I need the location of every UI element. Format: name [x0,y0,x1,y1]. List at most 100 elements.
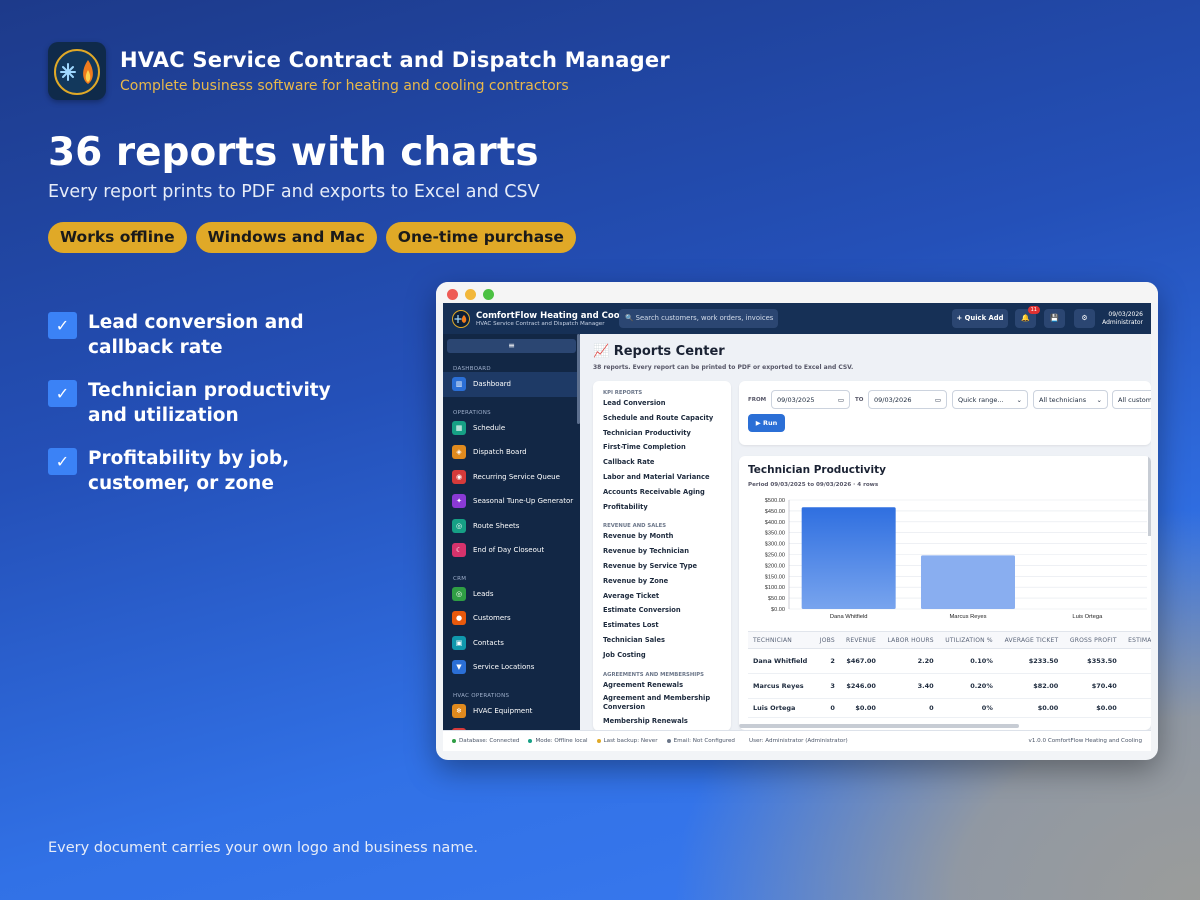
report-link[interactable]: Technician Sales [593,633,731,648]
sidebar-item-end-of-day-closeout[interactable]: ☾ End of Day Closeout [443,538,580,563]
table-header[interactable]: TECHNICIAN [748,631,815,649]
table-cell: $0.00 [997,698,1064,718]
feature-line: customer, or zone [88,473,274,494]
report-link[interactable]: Estimates Lost [593,618,731,633]
pill-purchase: One-time purchase [385,222,576,253]
status-text: Mode: Offline local [535,738,588,744]
table-header[interactable]: REVENUE [839,631,881,649]
y-tick-label: $100.00 [765,585,785,591]
sidebar-item-hvac-equipment[interactable]: ❄ HVAC Equipment [443,699,580,724]
x-tick-label: Luis Ortega [1072,614,1103,620]
report-link[interactable]: Membership Renewals [593,714,731,729]
status-dot-icon [596,739,601,743]
status-item: User: Administrator (Administrator) [749,738,848,744]
sidebar-collapse-button[interactable]: ≡ [447,339,576,353]
moon-icon: ☾ [452,543,466,558]
sidebar-item-label: Dashboard [473,380,511,389]
hero-subtitle: Every report prints to PDF and exports t… [48,182,540,202]
to-date-input[interactable]: 09/03/2026 ▭ [868,390,947,409]
sidebar-item-leads[interactable]: ◎ Leads [443,582,580,607]
chart-bar[interactable] [921,555,1015,609]
sidebar-item-label: Seasonal Tune-Up Generator [473,497,574,506]
table-row[interactable]: Dana Whitfield 2 $467.00 2.20 0.10% $233.50 $3… [748,648,1151,674]
chart-bar[interactable] [801,507,896,609]
table-header[interactable]: UTILIZATION % [938,631,998,649]
report-link[interactable]: Agreement Renewals [593,678,731,693]
status-text: Last backup: Never [603,738,658,744]
report-link[interactable]: Estimate Conversion [593,603,731,618]
table-cell: $82.00 [997,673,1064,699]
hero-title: 36 reports with charts [48,130,539,175]
run-report-button[interactable]: ▶ Run [748,414,785,432]
table-cell: Luis Ortega [748,698,815,718]
minimize-window-button[interactable] [465,289,476,300]
report-link[interactable]: Accounts Receivable Aging [593,485,731,500]
sidebar-item-contacts[interactable]: ▣ Contacts [443,631,580,656]
report-link[interactable]: Callback Rate [593,455,731,470]
x-tick-label: Dana Whitfield [830,614,868,620]
y-tick-label: $50.00 [768,596,785,602]
quick-add-button[interactable]: + Quick Add [952,309,1008,328]
maximize-window-button[interactable] [483,289,494,300]
technician-select[interactable]: All technicians ⌄ [1033,390,1108,409]
backup-button[interactable]: 💾 [1044,309,1065,328]
sidebar-item-dashboard[interactable]: ▥ Dashboard [443,372,580,397]
report-filters: FROM 09/03/2025 ▭ TO 09/03/2026 ▭ Quick ra… [739,381,1151,445]
users-icon: ● [452,611,466,626]
brand-header: HVAC Service Contract and Dispatch Manag… [48,42,670,100]
sidebar-item-seasonal-tune-up-generator[interactable]: ✦ Seasonal Tune-Up Generator [443,489,580,514]
table-header[interactable]: JOBS [814,631,840,649]
report-link[interactable]: Labor and Material Variance [593,470,731,485]
customer-select[interactable]: All customers [1112,390,1151,409]
table-cell: $0.00 [1063,698,1122,718]
global-search-input[interactable]: 🔍 Search customers, work orders, invoice… [619,309,778,328]
map-icon: ◈ [452,445,466,460]
sidebar: ≡ DASHBOARD ▥ Dashboard OPERATIONS ▦ Schedule… [443,334,580,730]
sidebar-item-label: Route Sheets [473,521,520,530]
table-scrollbar[interactable] [739,724,1019,728]
table-cell: $353.50 [1063,648,1122,674]
report-link[interactable]: Agreement and Membership Conversion [593,692,731,714]
table-cell: $0.00 [839,698,881,718]
report-link[interactable]: Technician Productivity [593,426,731,441]
sidebar-item-label: End of Day Closeout [473,546,545,555]
settings-button[interactable]: ⚙ [1074,309,1095,328]
sidebar-item-schedule[interactable]: ▦ Schedule [443,416,580,441]
card-scrollbar[interactable] [1148,456,1151,536]
table-header[interactable]: AVERAGE TICKET [997,631,1064,649]
sidebar-item-route-sheets[interactable]: ◎ Route Sheets [443,514,580,539]
quick-range-select[interactable]: Quick range... ⌄ [952,390,1028,409]
table-header[interactable]: GROSS PROFIT [1063,631,1122,649]
report-link[interactable]: Revenue by Service Type [593,559,731,574]
sidebar-item-recurring-service-queue[interactable]: ◉ Recurring Service Queue [443,465,580,490]
table-row[interactable]: Marcus Reyes 3 $246.00 3.40 0.20% $82.00 $70.4… [748,673,1151,699]
table-row[interactable]: Luis Ortega 0 $0.00 0 0% $0.00 $0.00 [748,698,1151,718]
status-text: Email: Not Configured [673,738,735,744]
feature-line: and utilization [88,405,239,426]
report-link[interactable]: Revenue by Zone [593,574,731,589]
close-window-button[interactable] [447,289,458,300]
table-header[interactable]: ESTIMATES [1121,631,1151,649]
app-logo-icon [48,42,106,100]
report-link[interactable]: Schedule and Route Capacity [593,411,731,426]
report-link[interactable]: First-Time Completion [593,440,731,455]
report-link[interactable]: Job Costing [593,648,731,663]
report-link[interactable]: Lead Conversion [593,396,731,411]
report-link[interactable]: Revenue by Month [593,529,731,544]
table-header[interactable]: LABOR HOURS [880,631,939,649]
sidebar-item-customers[interactable]: ● Customers [443,606,580,631]
report-link[interactable]: Profitability [593,500,731,515]
report-link[interactable]: Average Ticket [593,589,731,604]
feature-pills: Works offline Windows and Mac One-time p… [48,222,576,253]
sidebar-item-label: Schedule [473,423,506,432]
table-cell: 0 [880,698,939,718]
report-link[interactable]: Revenue by Technician [593,544,731,559]
app-window: ComfortFlow Heating and Cooling HVAC Ser… [436,282,1158,760]
from-date-input[interactable]: 09/03/2025 ▭ [771,390,850,409]
notifications-button[interactable]: 🔔 11 [1015,306,1040,328]
table-cell: 0.20% [938,673,998,699]
sidebar-item-service-calls[interactable]: ✆Service Calls [443,723,580,730]
sidebar-item-service-locations[interactable]: ▼ Service Locations [443,655,580,680]
sidebar-item-dispatch-board[interactable]: ◈ Dispatch Board [443,440,580,465]
chart-title: Technician Productivity [748,464,886,476]
